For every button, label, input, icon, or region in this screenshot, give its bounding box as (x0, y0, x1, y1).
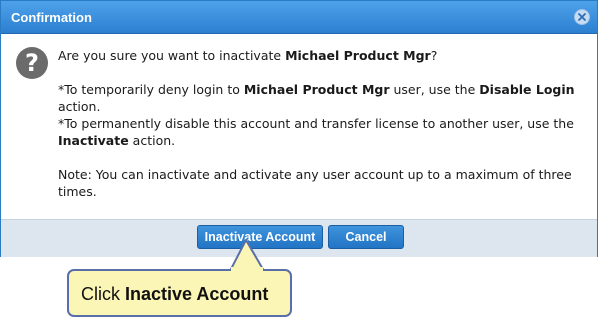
cancel-button[interactable]: Cancel (328, 225, 404, 249)
dialog-titlebar: Confirmation (1, 1, 597, 34)
message-note: Note: You can inactivate and activate an… (58, 167, 572, 199)
instruction-callout: Click Inactive Account (67, 269, 292, 317)
callout-pointer-seam (231, 267, 263, 273)
disable-login-action: Disable Login (479, 82, 575, 97)
confirmation-dialog: Confirmation ? Are you sure you want to … (0, 0, 598, 257)
dialog-body: ? Are you sure you want to inactivate Mi… (11, 37, 589, 219)
dialog-title: Confirmation (11, 10, 92, 25)
close-x-glyph (578, 13, 586, 21)
user-name: Michael Product Mgr (243, 82, 390, 97)
user-name: Michael Product Mgr (285, 48, 431, 63)
message-disable-login-hint: *To temporarily deny login to Michael Pr… (58, 82, 575, 114)
dialog-footer: Inactivate Account Cancel (1, 219, 597, 257)
dialog-message: Are you sure you want to inactivate Mich… (58, 47, 578, 200)
close-icon[interactable] (574, 9, 590, 25)
callout-text: Click Inactive Account (81, 284, 269, 304)
message-question: Are you sure you want to inactivate Mich… (58, 48, 438, 63)
inactivate-action: Inactivate (58, 133, 129, 148)
question-mark-icon: ? (16, 47, 48, 79)
message-inactivate-hint: *To permanently disable this account and… (58, 116, 574, 148)
